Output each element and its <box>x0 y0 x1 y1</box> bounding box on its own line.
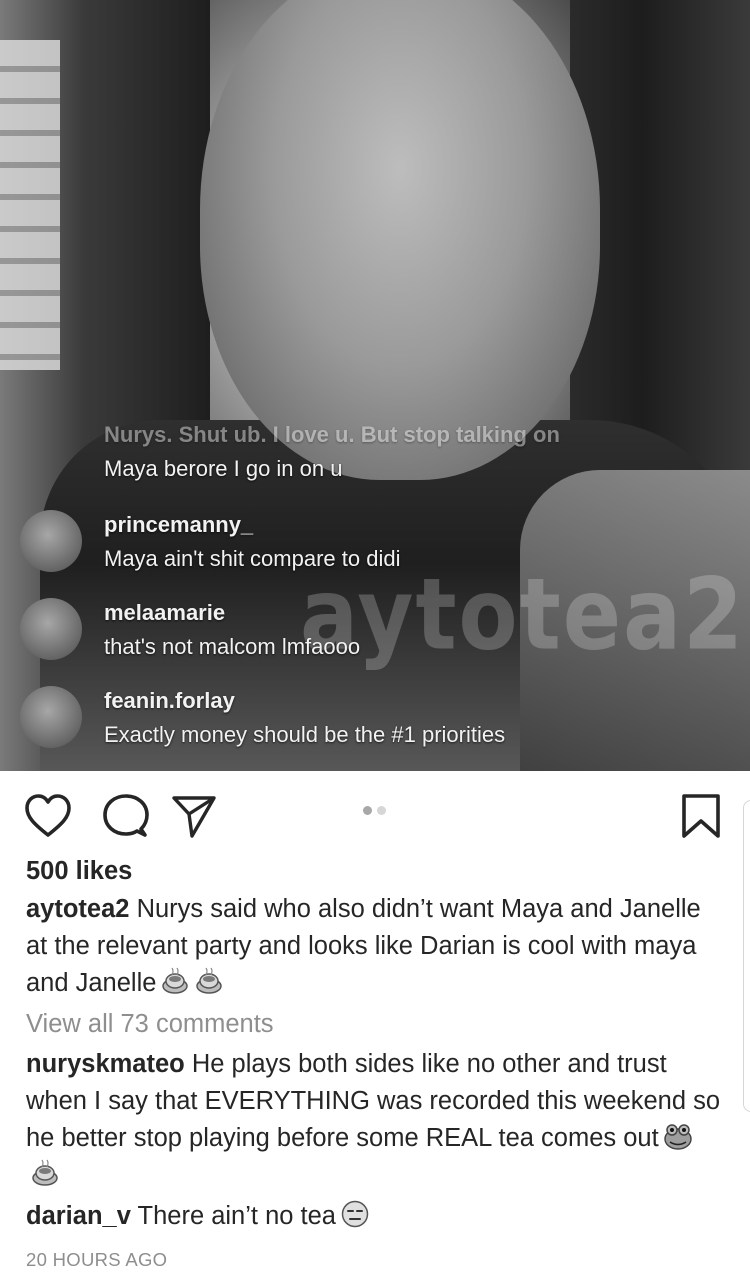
live-comment-text: Maya ain't shit compare to didi <box>104 546 401 571</box>
live-comment-user: princemanny_ <box>104 512 254 537</box>
carousel-dot-active <box>363 806 372 815</box>
comment: darian_v There ain’t no tea <box>26 1198 726 1235</box>
live-comment-user: Nurys. Shut ub. I love u. But stop talki… <box>104 422 560 447</box>
comment-username[interactable]: darian_v <box>26 1202 131 1230</box>
caption: aytotea2 Nurys said who also didn’t want… <box>26 891 726 1002</box>
live-comment-text: Exactly money should be the #1 prioritie… <box>104 722 506 747</box>
live-comment: feanin.forlay Exactly money should be th… <box>20 684 720 771</box>
scrollbar[interactable] <box>743 800 750 1112</box>
avatar <box>20 598 82 660</box>
share-icon[interactable] <box>170 793 218 839</box>
media-background-window <box>0 40 60 370</box>
live-comment: melaamarie that's not malcom lmfaooo <box>20 596 720 684</box>
bookmark-icon[interactable] <box>680 793 722 839</box>
live-comments-overlay: Nurys. Shut ub. I love u. But stop talki… <box>20 418 720 771</box>
live-comment-text: Maya berore I go in on u <box>104 456 343 481</box>
post-timestamp: 20 HOURS AGO <box>26 1249 168 1270</box>
comment-icon[interactable] <box>101 793 149 839</box>
tea-emoji <box>160 966 190 996</box>
expressionless-emoji <box>340 1199 370 1229</box>
caption-username[interactable]: aytotea2 <box>26 895 129 923</box>
heart-icon[interactable] <box>24 793 72 839</box>
comment-text: There ain’t no tea <box>137 1202 336 1230</box>
media-face <box>200 0 600 480</box>
live-comment-text: that's not malcom lmfaooo <box>104 634 361 659</box>
carousel-dot <box>377 806 386 815</box>
live-comment: Nurys. Shut ub. I love u. But stop talki… <box>20 418 720 508</box>
frog-emoji <box>663 1121 693 1151</box>
likes-count[interactable]: 500 likes <box>26 851 726 891</box>
live-comment: princemanny_ Maya ain't shit compare to … <box>20 508 720 596</box>
comment: nuryskmateo He plays both sides like no … <box>26 1046 726 1194</box>
live-comment-user: melaamarie <box>104 600 226 625</box>
comment-username[interactable]: nuryskmateo <box>26 1050 185 1078</box>
view-all-comments-link[interactable]: View all 73 comments <box>26 1004 726 1044</box>
tea-emoji <box>30 1158 60 1188</box>
post-media[interactable]: aytotea2 Nurys. Shut ub. I love u. But s… <box>0 0 750 771</box>
tea-emoji <box>194 966 224 996</box>
carousel-dots <box>363 806 387 816</box>
post-text-area: 500 likes aytotea2 Nurys said who also d… <box>26 851 726 1275</box>
avatar <box>20 686 82 748</box>
live-comment-user: feanin.forlay <box>104 688 235 713</box>
avatar <box>20 510 82 572</box>
